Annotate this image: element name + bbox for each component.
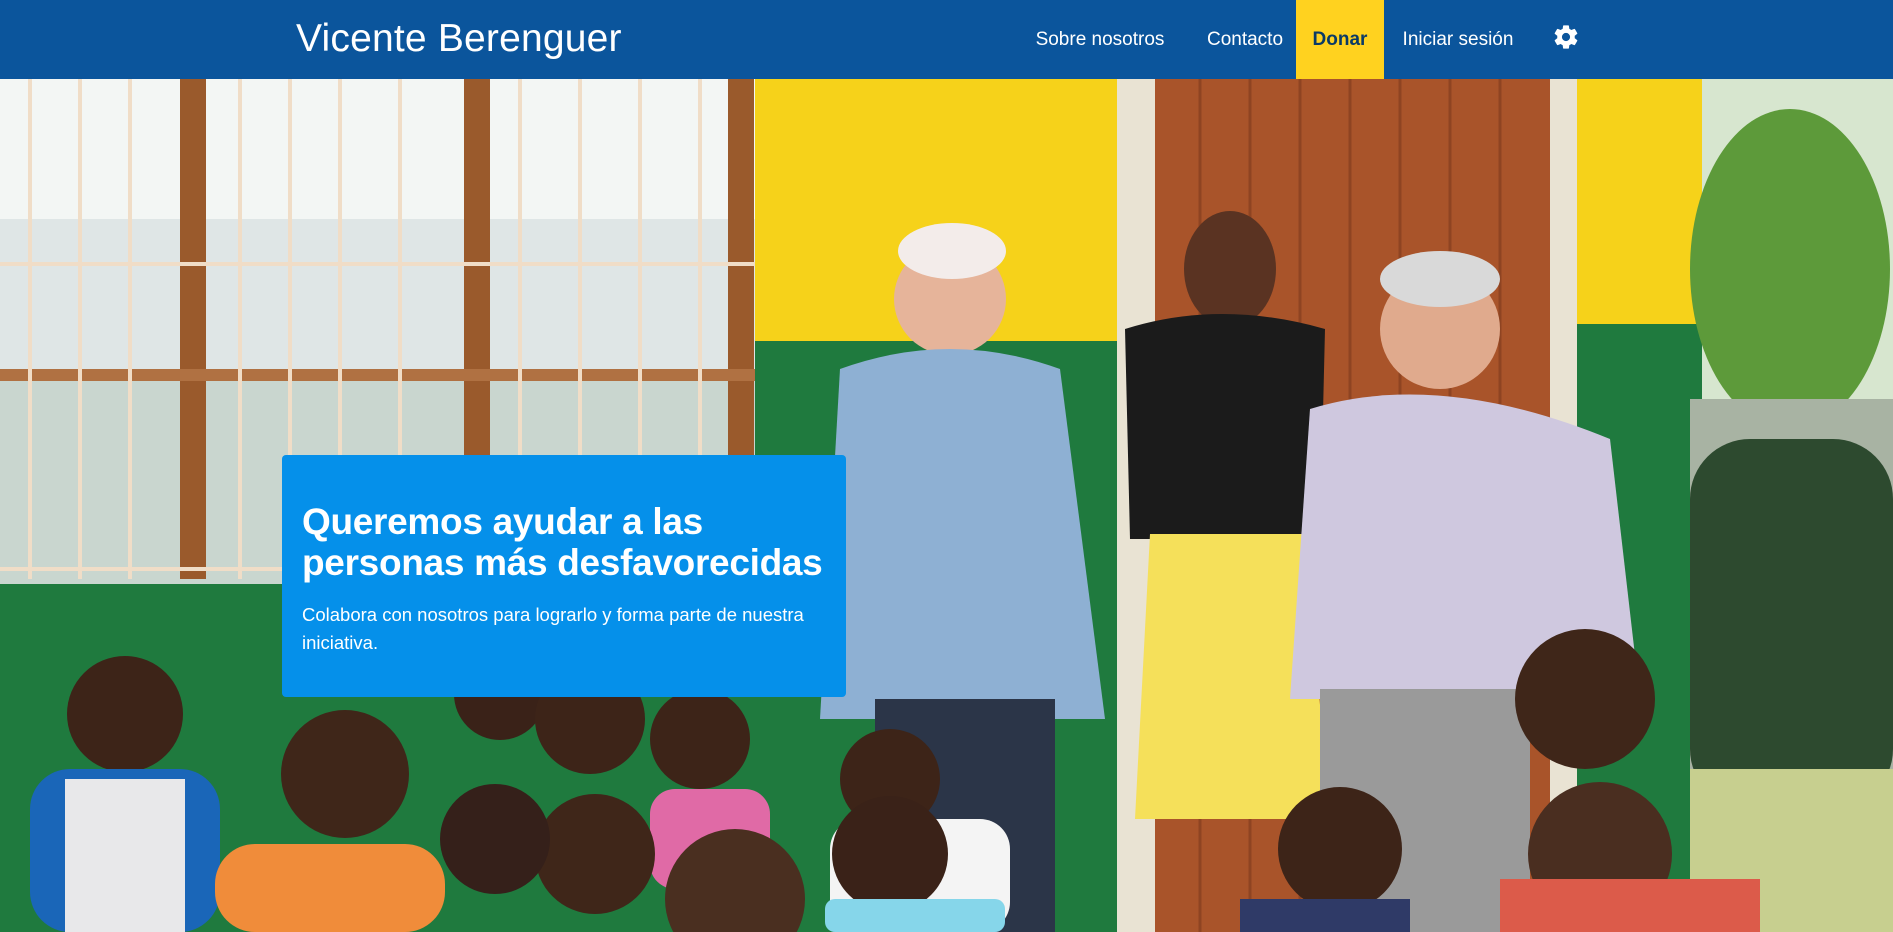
nav-link-login[interactable]: Iniciar sesión bbox=[1394, 0, 1522, 79]
hero-callout: Queremos ayudar a las personas más desfa… bbox=[282, 455, 846, 697]
hero-text: Colabora con nosotros para lograrlo y fo… bbox=[302, 604, 804, 653]
nav-link-contact[interactable]: Contacto bbox=[1191, 0, 1299, 79]
site-header: Vicente Berenguer Sobre nosotros Contact… bbox=[0, 0, 1893, 79]
settings-button[interactable] bbox=[1544, 0, 1588, 79]
hero-section: Queremos ayudar a las personas más desfa… bbox=[0, 79, 1893, 932]
gear-icon bbox=[1552, 23, 1580, 57]
site-brand[interactable]: Vicente Berenguer bbox=[296, 16, 622, 62]
hero-title: Queremos ayudar a las personas más desfa… bbox=[302, 501, 823, 583]
nav-link-about[interactable]: Sobre nosotros bbox=[1022, 0, 1178, 79]
nav-link-donate[interactable]: Donar bbox=[1296, 0, 1384, 79]
